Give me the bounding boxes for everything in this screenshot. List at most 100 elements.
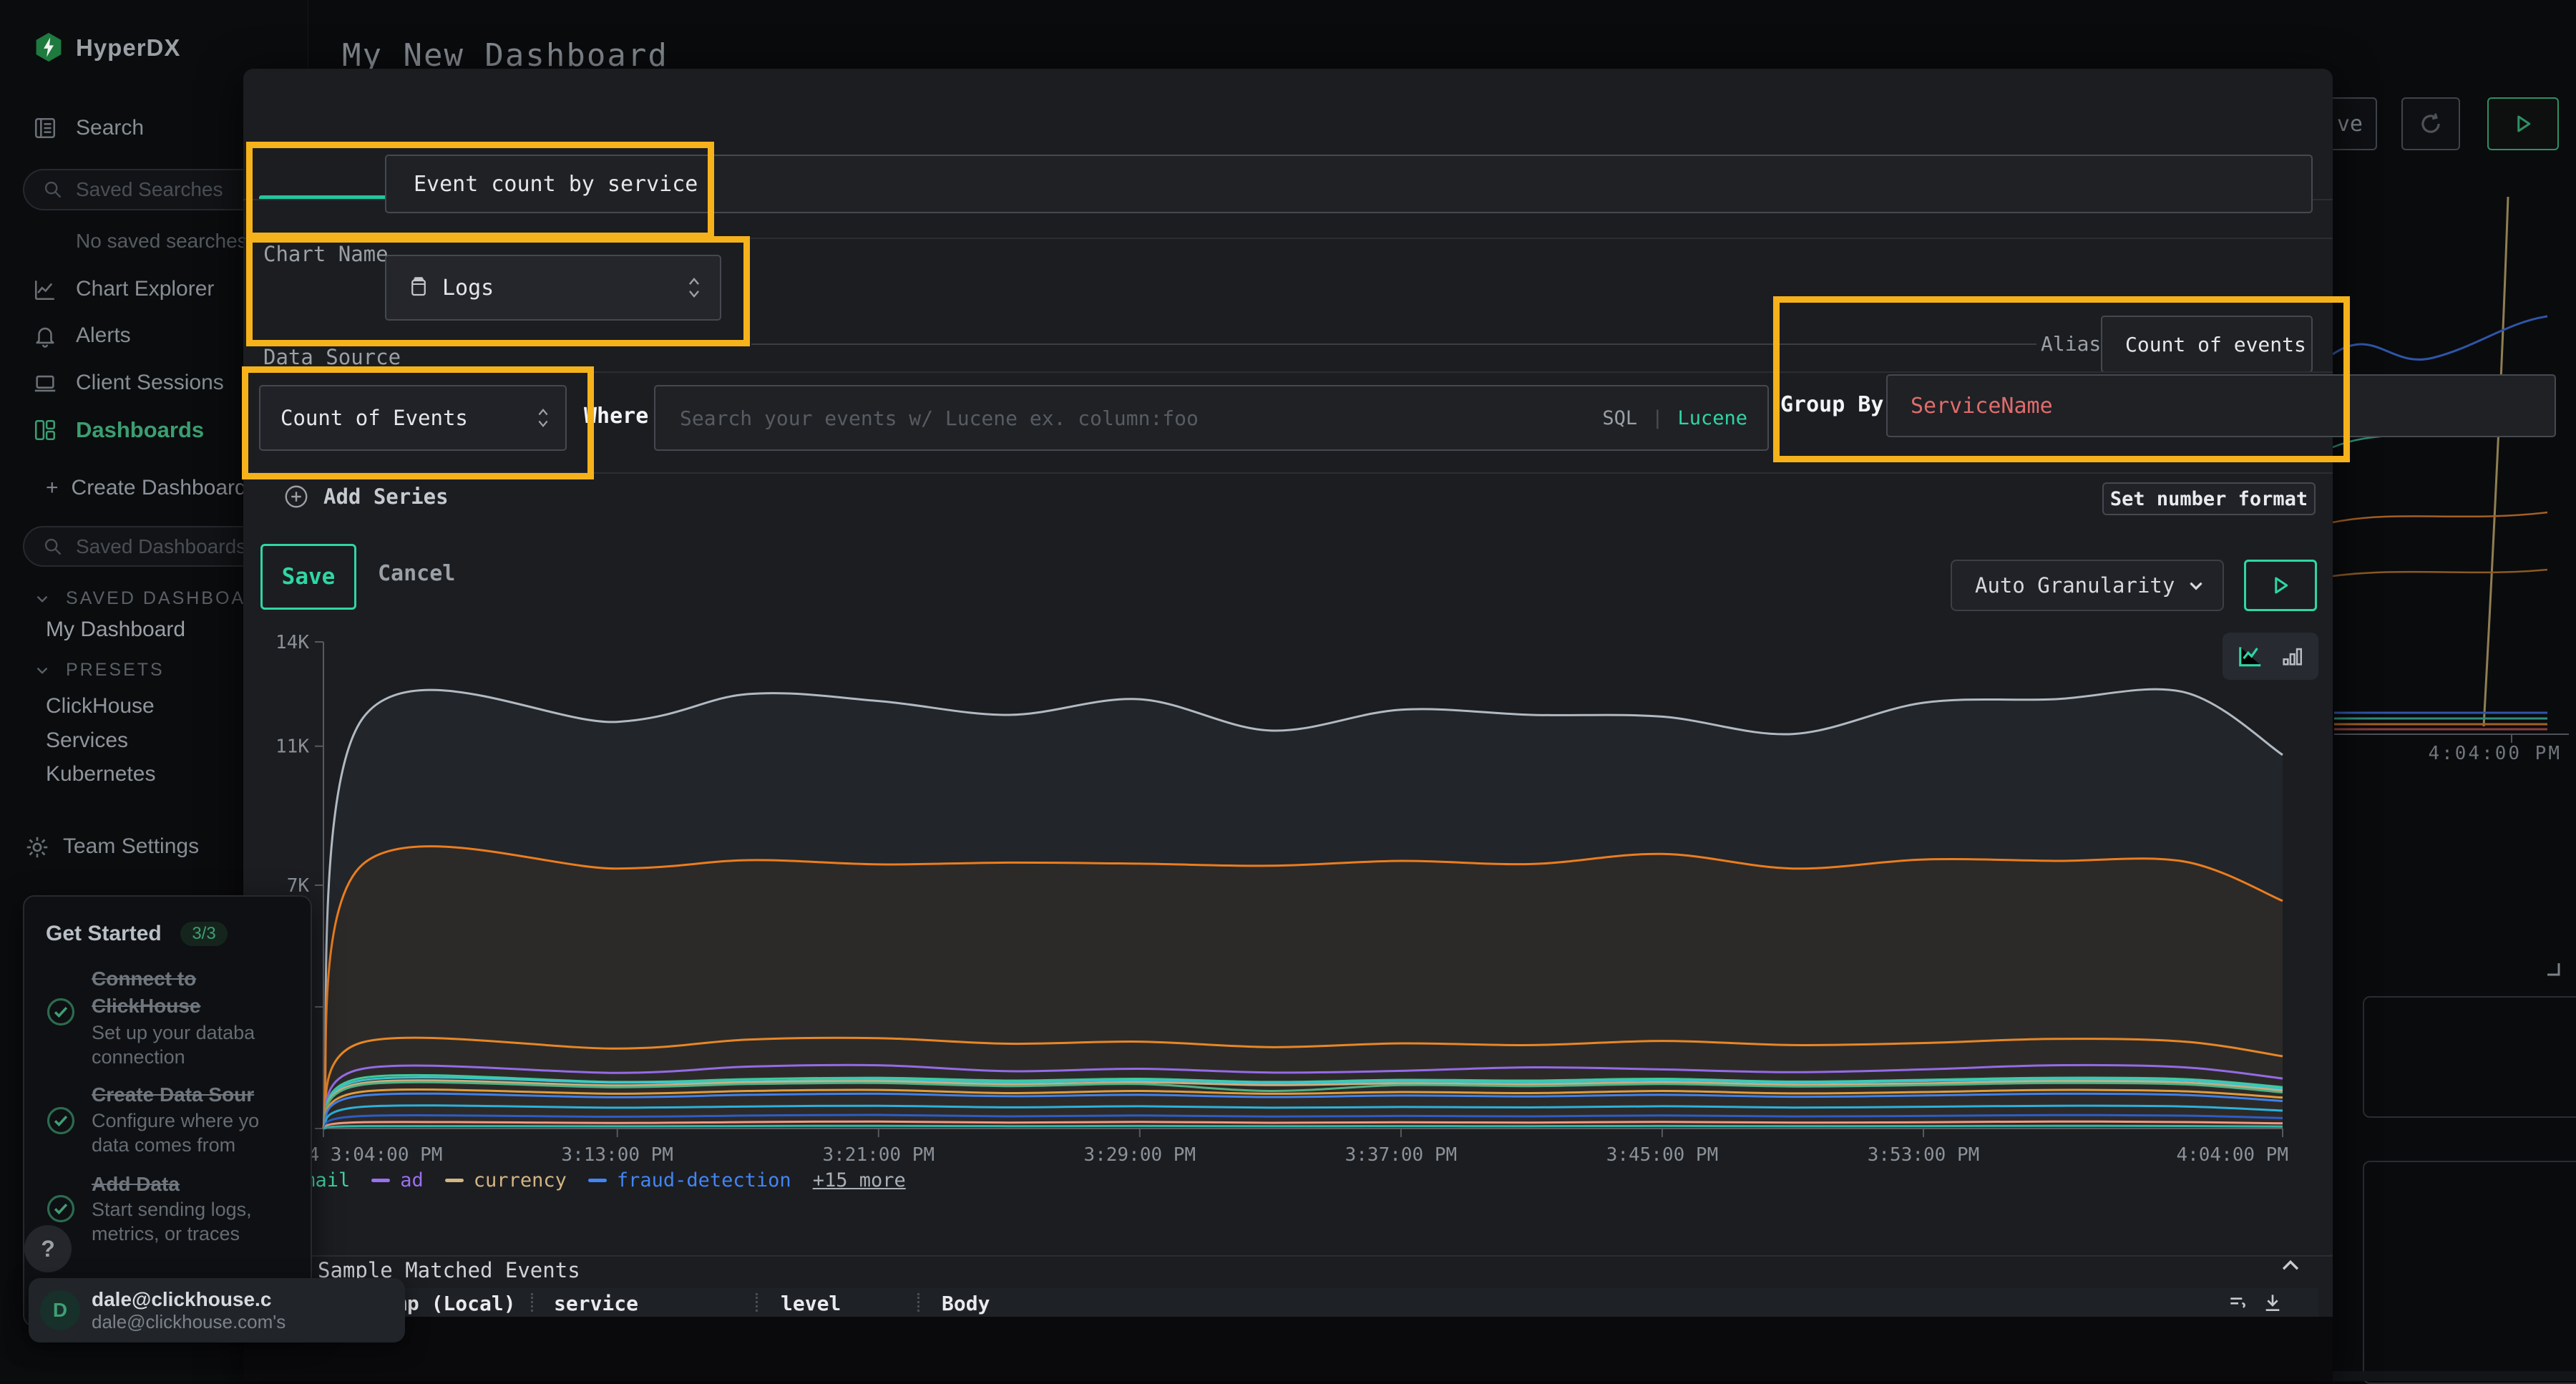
dashboards-icon [33, 418, 57, 442]
events-table-body-empty [243, 1317, 2333, 1381]
column-resize-handle[interactable] [531, 1293, 533, 1312]
background-mini-chart [2333, 186, 2576, 759]
gs-item-subtitle: Start sending logs, [92, 1199, 252, 1221]
column-header[interactable]: Body [942, 1292, 990, 1315]
background-tile-panel [2363, 996, 2576, 1118]
run-chart-button[interactable] [2244, 560, 2317, 611]
data-source-label: Data Source [263, 345, 401, 369]
no-saved-searches-text: No saved searches [76, 230, 248, 253]
legend-item[interactable]: ad [371, 1169, 424, 1191]
column-header[interactable]: level [781, 1292, 841, 1315]
chart-legend: emailadcurrencyfraud-detection+15 more [263, 1169, 906, 1191]
presets-section-header[interactable]: PRESETS [66, 660, 165, 681]
chart-explorer-icon [33, 278, 57, 302]
run-query-background-button[interactable] [2487, 97, 2559, 150]
user-subtext: dale@clickhouse.com's [92, 1311, 286, 1333]
gs-item-subtitle: Configure where yo [92, 1110, 259, 1132]
alias-label: Alias [2041, 332, 2101, 356]
legend-label: currency [474, 1169, 567, 1191]
gs-item-subtitle: data comes from [92, 1134, 235, 1156]
table-filter-icon[interactable] [2227, 1291, 2250, 1314]
where-placeholder: Search your events w/ Lucene ex. column:… [680, 406, 1199, 430]
user-account-row[interactable]: D dale@clickhouse.c dale@clickhouse.com'… [29, 1278, 405, 1342]
svg-text:3:29:00 PM: 3:29:00 PM [1084, 1144, 1196, 1166]
legend-swatch [371, 1179, 390, 1182]
granularity-select[interactable]: Auto Granularity [1951, 560, 2224, 611]
database-icon [408, 276, 429, 299]
gs-item-subtitle: metrics, or traces [92, 1223, 240, 1245]
add-series-button[interactable]: Add Series [283, 484, 449, 510]
sidebar-item-services[interactable]: Services [46, 728, 128, 753]
create-dashboard-button[interactable]: +Create Dashboard [46, 476, 247, 500]
sidebar-item-team-settings[interactable]: Team Settings [63, 834, 199, 859]
svg-text:3:45:00 PM: 3:45:00 PM [1606, 1144, 1719, 1166]
legend-item[interactable]: currency [445, 1169, 567, 1191]
help-button[interactable]: ? [24, 1225, 72, 1272]
cancel-button[interactable]: Cancel [378, 561, 455, 586]
main-chart[interactable]: 03.5K7K11K14KAug 4 3:04:00 PM3:13:00 PM3… [258, 631, 2318, 1182]
play-icon [2512, 113, 2534, 135]
svg-text:3:21:00 PM: 3:21:00 PM [822, 1144, 935, 1166]
play-icon [2270, 575, 2291, 596]
background-mini-chart-time-label: 4:04:00 PM [2419, 743, 2562, 764]
check-circle-icon [46, 1194, 76, 1224]
sidebar-item-clickhouse[interactable]: ClickHouse [46, 694, 155, 718]
sidebar-item-chart-explorer[interactable]: Chart Explorer [76, 277, 214, 301]
svg-text:3:37:00 PM: 3:37:00 PM [1345, 1144, 1458, 1166]
chart-editor-modal: Line/Bar Table 123 Number Search Markdow… [243, 69, 2333, 1381]
download-icon[interactable] [2261, 1291, 2284, 1314]
lucene-mode-toggle[interactable]: Lucene [1677, 407, 1747, 429]
presets-chevron-icon[interactable] [33, 661, 52, 680]
plus-icon: + [46, 476, 59, 499]
chart-name-label: Chart Name [263, 242, 389, 266]
chevron-down-icon [2187, 576, 2205, 595]
select-chevrons-icon [687, 276, 701, 300]
sidebar-item-my-dashboard[interactable]: My Dashboard [46, 618, 185, 642]
search-icon [43, 180, 63, 200]
aggregation-select[interactable]: Count of Events [259, 385, 567, 451]
sidebar-item-search[interactable]: Search [76, 116, 144, 140]
client-sessions-laptop-icon [33, 371, 57, 396]
sql-mode-toggle[interactable]: SQL [1602, 407, 1637, 429]
group-by-label: Group By [1780, 392, 1884, 417]
gs-item-title: Add Data [92, 1173, 180, 1196]
saved-dashboards-chevron-icon[interactable] [33, 590, 52, 608]
sidebar-item-kubernetes[interactable]: Kubernetes [46, 762, 155, 786]
sidebar-item-alerts[interactable]: Alerts [76, 323, 131, 348]
save-button[interactable]: Save [260, 544, 356, 610]
gs-item-title: Connect to [92, 968, 196, 990]
where-search-input[interactable]: Search your events w/ Lucene ex. column:… [654, 385, 1769, 451]
check-circle-icon [46, 1106, 76, 1136]
legend-swatch [588, 1179, 607, 1182]
chart-name-input[interactable]: Event count by service [385, 155, 2313, 213]
column-resize-handle[interactable] [756, 1293, 758, 1312]
data-source-select[interactable]: Logs [385, 255, 721, 321]
group-by-input[interactable]: ServiceName [1886, 374, 2556, 437]
alias-connector-line [751, 343, 2036, 345]
background-tile-panel-2 [2363, 1161, 2576, 1384]
search-nav-icon [33, 116, 57, 140]
refresh-button[interactable] [2401, 97, 2460, 150]
sidebar-item-client-sessions[interactable]: Client Sessions [76, 371, 224, 395]
refresh-icon [2417, 110, 2444, 137]
column-resize-handle[interactable] [917, 1293, 919, 1312]
legend-item[interactable]: fraud-detection [588, 1169, 791, 1191]
hyperdx-logo[interactable] [33, 31, 64, 63]
collapse-section-chevron[interactable] [2278, 1254, 2303, 1278]
legend-more-link[interactable]: +15 more [813, 1169, 906, 1191]
sidebar-item-dashboards-active[interactable]: Dashboards [76, 417, 204, 443]
svg-text:7K: 7K [287, 875, 310, 897]
alias-input[interactable]: Count of events [2101, 316, 2313, 373]
svg-text:3:13:00 PM: 3:13:00 PM [561, 1144, 673, 1166]
tile-resize-handle[interactable] [2540, 956, 2562, 978]
brand-name: HyperDX [76, 34, 180, 62]
column-header[interactable]: service [554, 1292, 638, 1315]
legend-swatch [445, 1179, 464, 1182]
user-email: dale@clickhouse.c [92, 1288, 286, 1311]
svg-text:4:04:00 PM: 4:04:00 PM [2176, 1144, 2288, 1166]
legend-label: ad [400, 1169, 424, 1191]
svg-text:3:53:00 PM: 3:53:00 PM [1868, 1144, 1980, 1166]
avatar: D [40, 1290, 80, 1330]
search-icon [43, 537, 63, 557]
set-number-format-button[interactable]: Set number format [2102, 482, 2316, 515]
